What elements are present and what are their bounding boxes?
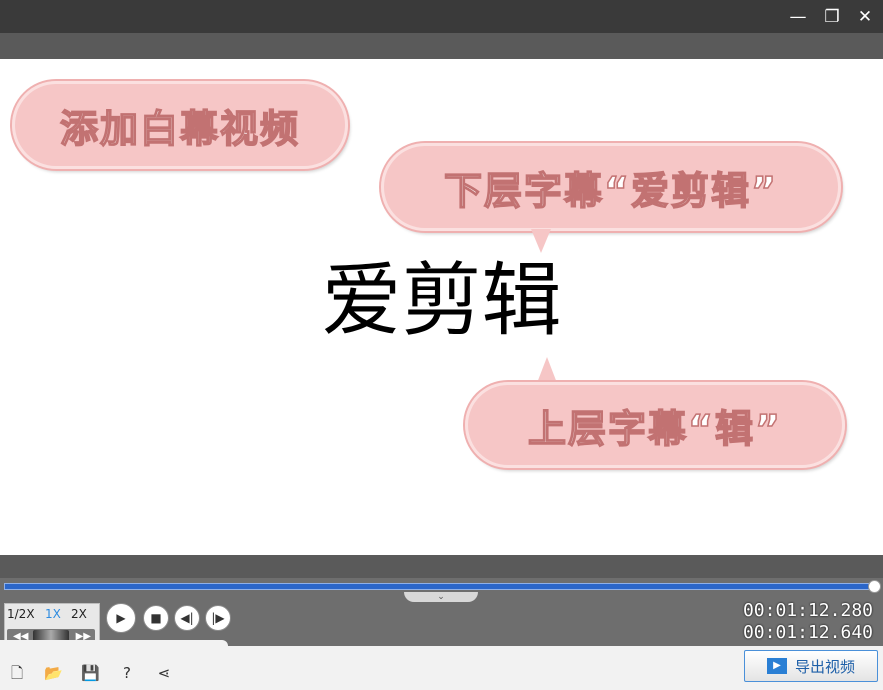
bubble-text: 上层字幕“辑”	[527, 406, 782, 452]
new-project-icon[interactable]: 🗋	[8, 664, 26, 682]
bubble-tail	[537, 357, 557, 383]
progress-bar[interactable]	[4, 583, 876, 590]
bottom-toolbar: 🗋 📂 💾 ? ⋖ ▶ 导出视频	[0, 640, 883, 690]
bubble-text: 添加白幕视频	[59, 106, 300, 152]
collapse-toggle[interactable]: ⌄	[404, 592, 478, 602]
progress-handle[interactable]	[868, 580, 881, 593]
next-frame-button[interactable]: |▶	[205, 605, 231, 631]
save-icon[interactable]: 💾	[81, 664, 100, 682]
minimize-button[interactable]: —	[787, 6, 809, 28]
main-title-text: 爱剪辑	[321, 254, 562, 347]
play-button[interactable]: ▶	[106, 603, 136, 633]
close-button[interactable]: ✕	[854, 6, 876, 28]
title-bar: — ❐ ✕	[0, 0, 883, 33]
video-preview: 添加白幕视频 下层字幕“爱剪辑” 爱剪辑 上层字幕“辑”	[1, 59, 882, 555]
help-icon[interactable]: ?	[118, 664, 136, 682]
bubble-tail	[531, 229, 551, 253]
stop-button[interactable]: ■	[143, 605, 169, 631]
restore-button[interactable]: ❐	[821, 6, 843, 28]
export-icon: ▶	[766, 658, 787, 674]
bubble-lower-subtitle: 下层字幕“爱剪辑”	[381, 143, 841, 231]
speed-half[interactable]: 1/2X	[7, 607, 35, 621]
open-folder-icon[interactable]: 📂	[44, 664, 63, 682]
preview-top-border	[0, 33, 883, 59]
export-label: 导出视频	[794, 657, 855, 676]
toolbar-notch	[0, 640, 228, 646]
current-time: 00:01:12.280	[742, 600, 873, 621]
speed-double[interactable]: 2X	[71, 607, 87, 621]
total-time: 00:01:12.640	[742, 622, 873, 643]
prev-frame-button[interactable]: ◀|	[174, 605, 200, 631]
bubble-add-white-video: 添加白幕视频	[12, 81, 348, 169]
bubble-upper-subtitle: 上层字幕“辑”	[465, 382, 845, 468]
export-video-button[interactable]: ▶ 导出视频	[744, 650, 878, 682]
share-icon[interactable]: ⋖	[155, 664, 173, 682]
preview-bottom-border	[0, 555, 883, 578]
speed-normal[interactable]: 1X	[45, 607, 61, 621]
bubble-text: 下层字幕“爱剪辑”	[443, 168, 778, 214]
